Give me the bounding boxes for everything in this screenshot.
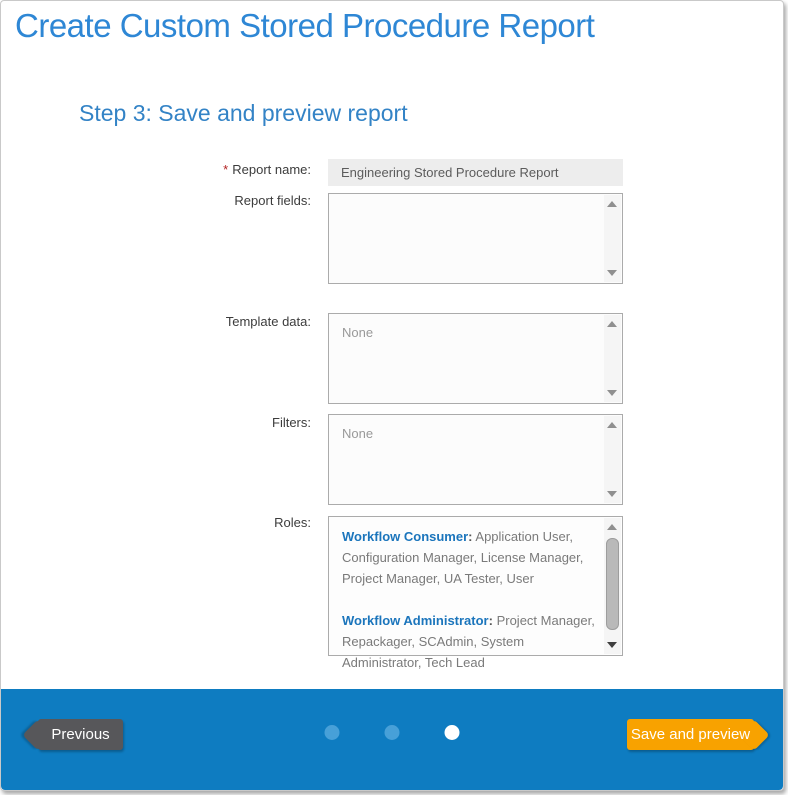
required-asterisk: * [223, 162, 228, 177]
scroll-up-icon[interactable] [607, 201, 617, 207]
report-fields-box[interactable] [328, 193, 623, 284]
left-arrow-icon [22, 719, 53, 750]
step-indicator [325, 725, 460, 740]
template-data-value: None [342, 324, 598, 341]
report-name-input[interactable] [328, 159, 623, 186]
footer-bar: Previous Save and preview [1, 689, 783, 790]
report-fields-scrollbar[interactable] [604, 195, 621, 282]
role-name: Workflow Consumer [342, 529, 468, 544]
roles-box[interactable]: Workflow Consumer: Application User, Con… [328, 516, 623, 656]
scroll-down-icon[interactable] [607, 270, 617, 276]
role-name: Workflow Administrator [342, 613, 489, 628]
step-heading: Step 3: Save and preview report [79, 100, 408, 127]
report-fields-label: Report fields: [1, 193, 311, 208]
step-dot-3 [445, 725, 460, 740]
role-entry: Workflow Administrator: Project Manager,… [342, 610, 598, 673]
role-entry: Workflow Consumer: Application User, Con… [342, 526, 598, 589]
scrollbar-thumb[interactable] [606, 538, 619, 630]
page-title: Create Custom Stored Procedure Report [15, 7, 594, 45]
template-data-label: Template data: [1, 314, 311, 329]
step-dot-1 [325, 725, 340, 740]
report-name-label-text: Report name: [232, 162, 311, 177]
filters-value: None [342, 425, 598, 442]
filters-label: Filters: [1, 415, 311, 430]
filters-box[interactable]: None [328, 414, 623, 505]
save-and-preview-button[interactable]: Save and preview [627, 719, 754, 750]
filters-scrollbar[interactable] [604, 416, 621, 503]
template-data-box[interactable]: None [328, 313, 623, 404]
wizard-dialog: Create Custom Stored Procedure Report St… [0, 0, 784, 791]
scroll-up-icon[interactable] [607, 422, 617, 428]
report-name-label: * Report name: [1, 162, 311, 177]
template-data-scrollbar[interactable] [604, 315, 621, 402]
step-dot-2 [385, 725, 400, 740]
scroll-down-icon[interactable] [607, 642, 617, 648]
roles-scrollbar[interactable] [604, 518, 621, 654]
scroll-up-icon[interactable] [607, 524, 617, 530]
scroll-down-icon[interactable] [607, 390, 617, 396]
previous-button[interactable]: Previous [38, 719, 123, 750]
roles-list: Workflow Consumer: Application User, Con… [342, 526, 598, 673]
roles-label: Roles: [1, 515, 311, 530]
scroll-up-icon[interactable] [607, 321, 617, 327]
scroll-down-icon[interactable] [607, 491, 617, 497]
